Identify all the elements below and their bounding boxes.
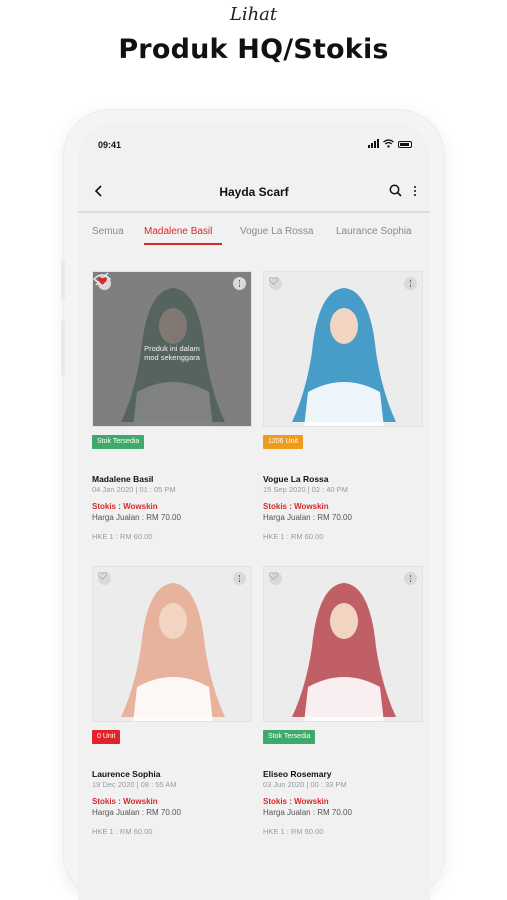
signal-icon — [368, 139, 379, 148]
maintenance-overlay: Produk ini dalam mod sekenggara — [93, 272, 251, 426]
product-image[interactable] — [92, 566, 252, 722]
product-price: Harga Jualan : RM 70.00 — [263, 808, 352, 817]
product-datetime: 15 Sep 2020 | 02 : 40 PM — [263, 485, 348, 494]
stock-badge: Stok Tersedia — [263, 730, 316, 744]
overlay-message: Produk ini dalam mod sekenggara — [93, 344, 251, 362]
face-shape — [330, 308, 358, 344]
shoulders-shape — [304, 677, 384, 721]
product-datetime: 04 Jan 2020 | 01 : 05 PM — [92, 485, 176, 494]
product-image[interactable]: Produk ini dalam mod sekenggara — [92, 271, 252, 427]
status-icons — [368, 139, 412, 148]
stock-badge: Stok Tersedia — [92, 435, 145, 449]
stock-badge: 0 Unit — [92, 730, 121, 744]
product-name: Madalene Basil — [92, 474, 154, 484]
product-hke-price: HKE 1 : RM 60.00 — [263, 827, 324, 836]
shoulders-shape — [133, 677, 213, 721]
product-image[interactable] — [263, 566, 423, 722]
overlay-line: Produk ini dalam — [144, 344, 200, 353]
promo-subtitle: Lihat — [229, 4, 278, 25]
product-hke-price: HKE 1 : RM 60.00 — [92, 532, 153, 541]
product-price: Harga Jualan : RM 70.00 — [263, 513, 352, 522]
favorite-button[interactable] — [269, 277, 282, 290]
product-stokis: Stokis : Wowskin — [263, 502, 329, 511]
product-name: Eliseo Rosemary — [263, 769, 332, 779]
active-tab-indicator — [144, 243, 222, 245]
app-bar: Hayda Scarf — [78, 168, 430, 212]
product-datetime: 19 Dec 2020 | 08 : 55 AM — [92, 780, 177, 789]
stock-badge: 1206 Unit — [263, 435, 303, 449]
tab-bar: Semua Madalene Basil Vogue La Rossa Laur… — [78, 220, 430, 250]
overlay-line: mod sekenggara — [144, 353, 200, 362]
card-menu-button[interactable] — [233, 277, 246, 290]
favorite-button[interactable] — [269, 572, 282, 585]
app-screen: 09:41 Hayda Scarf Semua Madalene Basil V… — [78, 124, 430, 900]
card-menu-button[interactable] — [233, 572, 246, 585]
heart-icon — [98, 277, 107, 285]
status-time: 09:41 — [98, 140, 122, 150]
heart-icon — [269, 277, 278, 285]
product-image[interactable] — [263, 271, 423, 427]
favorite-button[interactable] — [98, 572, 111, 585]
appbar-divider — [78, 211, 430, 213]
product-price: Harga Jualan : RM 70.00 — [92, 808, 181, 817]
tab-semua[interactable]: Semua — [92, 226, 124, 237]
tab-laurance-sophia[interactable]: Laurance Sophia — [336, 226, 412, 237]
product-hke-price: HKE 1 : RM 60.00 — [263, 532, 324, 541]
promo-title: Produk HQ/Stokis — [118, 34, 389, 65]
wifi-icon — [383, 139, 394, 148]
battery-icon — [398, 141, 412, 148]
tab-madalene-basil[interactable]: Madalene Basil — [144, 226, 212, 237]
shoulders-shape — [304, 382, 384, 426]
search-icon — [389, 184, 402, 197]
card-menu-button[interactable] — [404, 277, 417, 290]
heart-icon — [98, 572, 107, 580]
product-hke-price: HKE 1 : RM 60.00 — [92, 827, 153, 836]
product-name: Vogue La Rossa — [263, 474, 329, 484]
promo-page: Lihat Produk HQ/Stokis 09:41 Hayda Scarf… — [0, 0, 507, 900]
heart-icon — [269, 572, 278, 580]
face-shape — [159, 603, 187, 639]
status-bar: 09:41 — [78, 124, 430, 164]
phone-frame: 09:41 Hayda Scarf Semua Madalene Basil V… — [61, 110, 444, 900]
product-stokis: Stokis : Wowskin — [92, 797, 158, 806]
model-photo — [292, 583, 396, 721]
face-shape — [330, 603, 358, 639]
product-datetime: 03 Jun 2020 | 00 : 33 PM — [263, 780, 347, 789]
model-photo — [292, 288, 396, 426]
product-name: Laurence Sophia — [92, 769, 161, 779]
product-stokis: Stokis : Wowskin — [92, 502, 158, 511]
phone-side-button — [61, 320, 65, 376]
favorite-button[interactable] — [98, 277, 111, 290]
phone-side-button — [61, 260, 65, 300]
more-options-button[interactable] — [410, 183, 420, 199]
product-stokis: Stokis : Wowskin — [263, 797, 329, 806]
search-button[interactable] — [388, 183, 404, 199]
tab-vogue-la-rossa[interactable]: Vogue La Rossa — [240, 226, 313, 237]
product-price: Harga Jualan : RM 70.00 — [92, 513, 181, 522]
model-photo — [121, 583, 225, 721]
card-menu-button[interactable] — [404, 572, 417, 585]
page-title: Hayda Scarf — [219, 185, 289, 199]
